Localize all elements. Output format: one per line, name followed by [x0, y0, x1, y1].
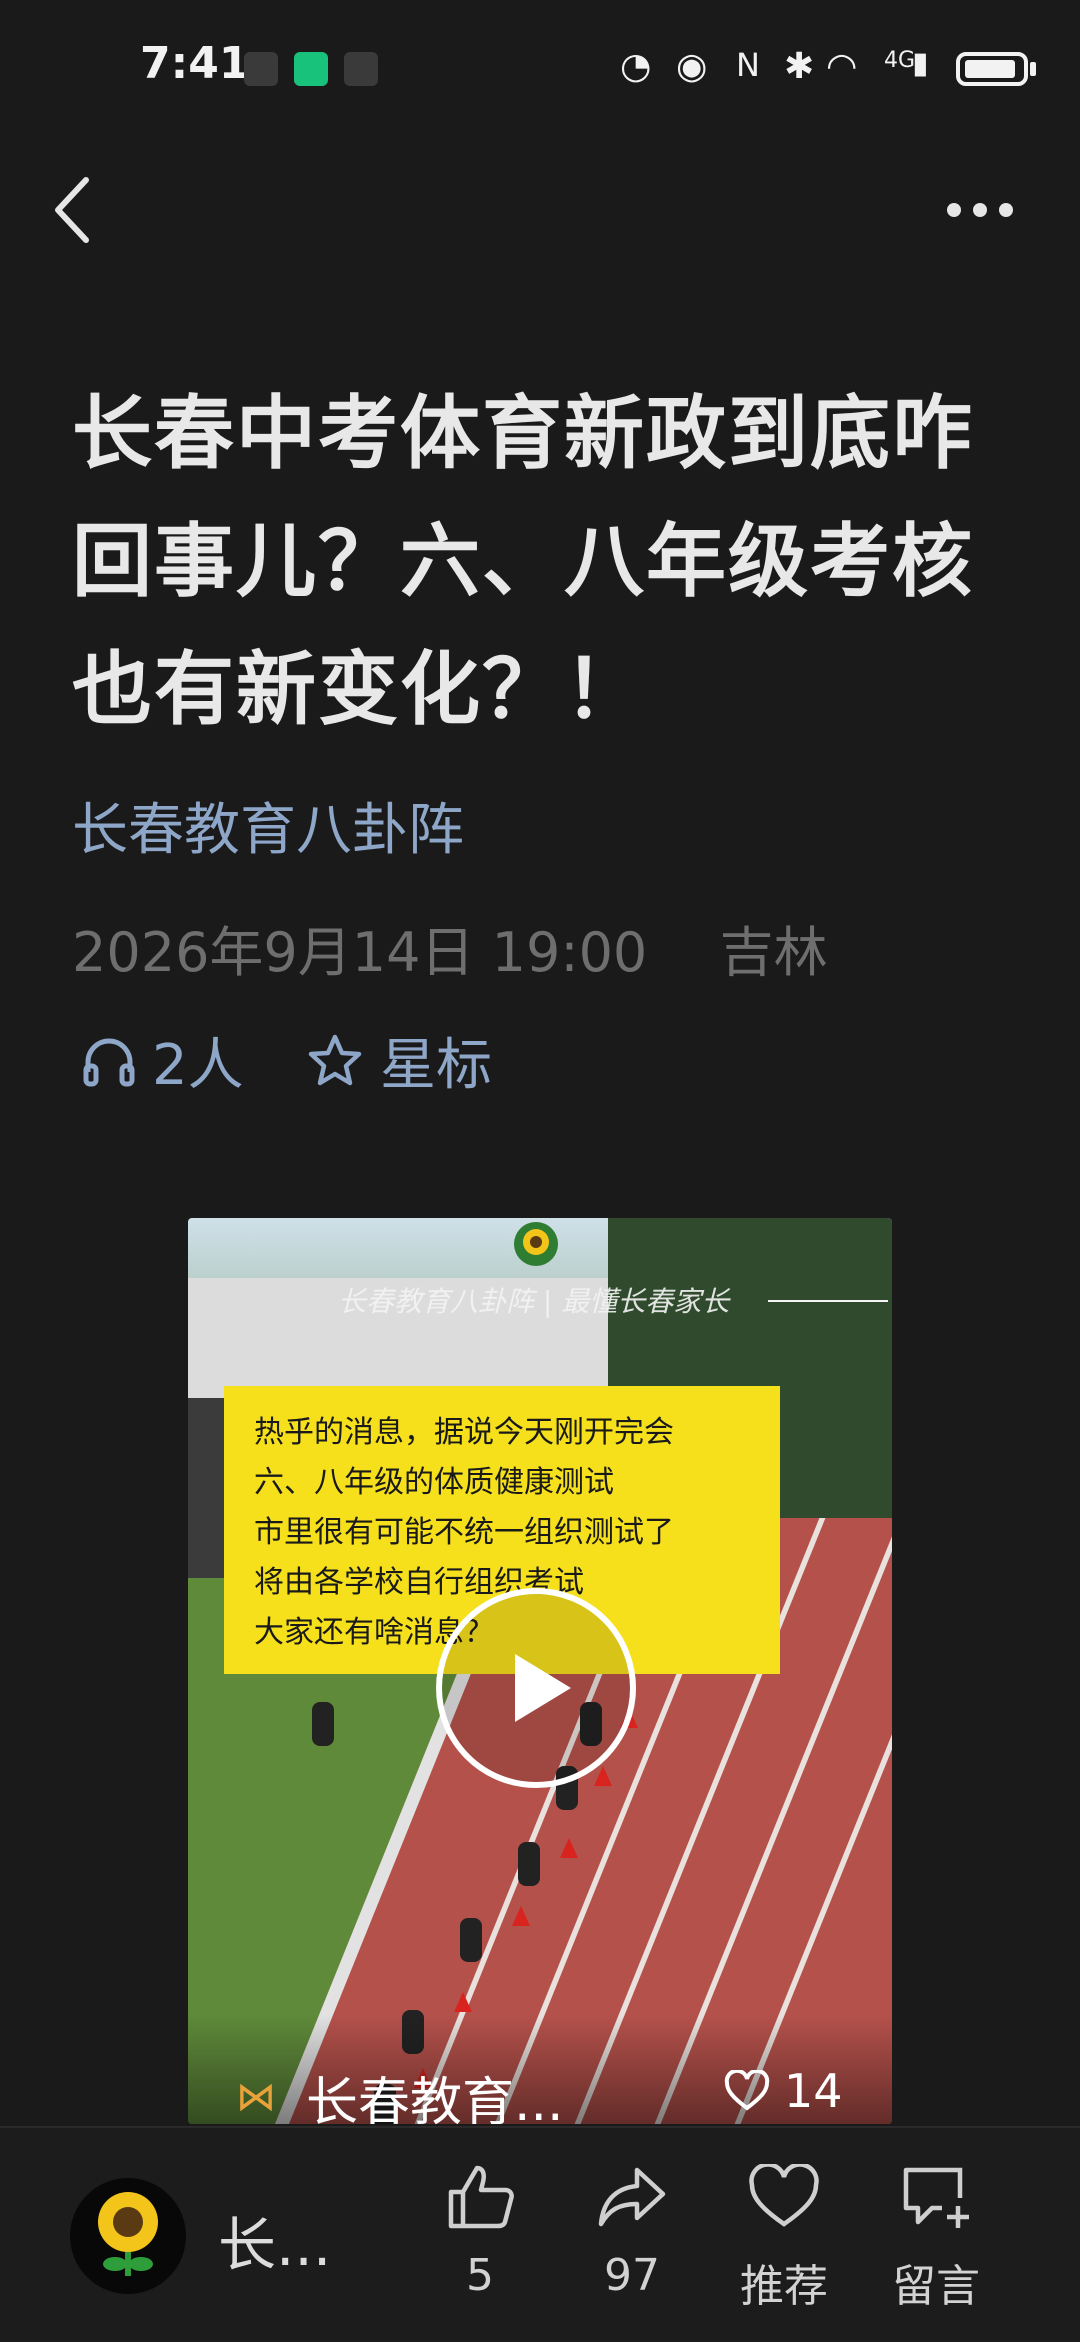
article-meta: 2026年9月14日 19:00 吉林	[72, 908, 828, 987]
headphones-icon	[83, 1038, 135, 1086]
account-avatar[interactable]	[70, 2178, 186, 2294]
comment-add-icon	[903, 2167, 969, 2228]
video-player[interactable]: 长春教育八卦阵 | 最懂长春家长 热乎的消息，据说今天刚开完会 六、八年级的体质…	[188, 1218, 892, 2124]
eye-icon: ◉	[676, 46, 708, 87]
play-button[interactable]	[436, 1588, 636, 1788]
share-button[interactable]: 97	[562, 2160, 702, 2301]
star-label: 星标	[380, 1033, 492, 1098]
video-like-count: 14	[784, 2064, 843, 2118]
back-button[interactable]	[48, 170, 96, 250]
chevron-left-icon	[55, 177, 89, 243]
share-count: 97	[604, 2250, 660, 2301]
like-button[interactable]: 5	[410, 2160, 550, 2301]
heart-icon	[749, 2164, 819, 2227]
battery-tip	[1030, 62, 1036, 76]
play-icon	[515, 1654, 571, 1722]
watermark-line	[768, 1300, 888, 1302]
share-icon	[598, 2167, 666, 2227]
signal-icon: ▮	[912, 46, 929, 81]
publish-location: 吉林	[719, 921, 828, 984]
runner	[312, 1702, 334, 1746]
caption-line: 市里很有可能不统一组织测试了	[254, 1515, 674, 1550]
huawei-app-icon	[344, 52, 378, 86]
health-app-icon	[244, 52, 278, 86]
cone	[560, 1838, 578, 1858]
video-likes[interactable]: 14	[724, 2064, 843, 2118]
wifi-icon: ◠	[826, 46, 858, 87]
publish-date: 2026年9月14日 19:00	[72, 921, 648, 984]
star-icon	[308, 1034, 362, 1085]
cone	[512, 1906, 530, 1926]
battery-icon	[956, 52, 1028, 86]
video-channel[interactable]: 长春教育...	[306, 2060, 564, 2124]
star-button[interactable]: 星标	[306, 1020, 492, 1101]
status-time: 7:41	[140, 38, 250, 89]
timer-app-icon	[294, 52, 328, 86]
heart-outline-icon	[724, 2070, 770, 2111]
listen-count[interactable]: 2人	[80, 1020, 244, 1101]
nfc-icon: Ν	[736, 46, 760, 84]
speed-icon: ◔	[620, 46, 652, 87]
article-title: 长春中考体育新政到底咋回事儿？六、八年级考核也有新变化？！	[72, 387, 974, 736]
recommend-label: 推荐	[740, 2261, 828, 2312]
cone	[454, 1992, 472, 2012]
listener-count: 2人	[152, 1033, 244, 1098]
caption-line: 六、八年级的体质健康测试	[254, 1465, 614, 1500]
author-link[interactable]: 长春教育八卦阵	[72, 785, 464, 866]
bluetooth-icon: ✱	[784, 46, 815, 87]
sunflower-avatar-icon	[98, 2192, 158, 2276]
more-button[interactable]	[940, 190, 1020, 230]
comment-button[interactable]: 留言	[866, 2160, 1006, 2314]
account-name[interactable]: 长...	[218, 2198, 331, 2282]
cone	[594, 1766, 612, 1786]
runner	[460, 1918, 482, 1962]
runner	[518, 1842, 540, 1886]
thumbs-up-icon	[448, 2165, 514, 2229]
more-dots-icon	[947, 203, 1013, 217]
channel-icon: ⋈	[236, 2074, 276, 2120]
recommend-button[interactable]: 推荐	[714, 2160, 854, 2314]
comment-label: 留言	[892, 2261, 980, 2312]
sunflower-logo	[514, 1222, 558, 1266]
signal-label: 4G	[884, 48, 916, 73]
video-watermark: 长春教育八卦阵 | 最懂长春家长	[338, 1285, 730, 1318]
like-count: 5	[466, 2250, 494, 2301]
caption-line: 热乎的消息，据说今天刚开完会	[254, 1415, 674, 1450]
